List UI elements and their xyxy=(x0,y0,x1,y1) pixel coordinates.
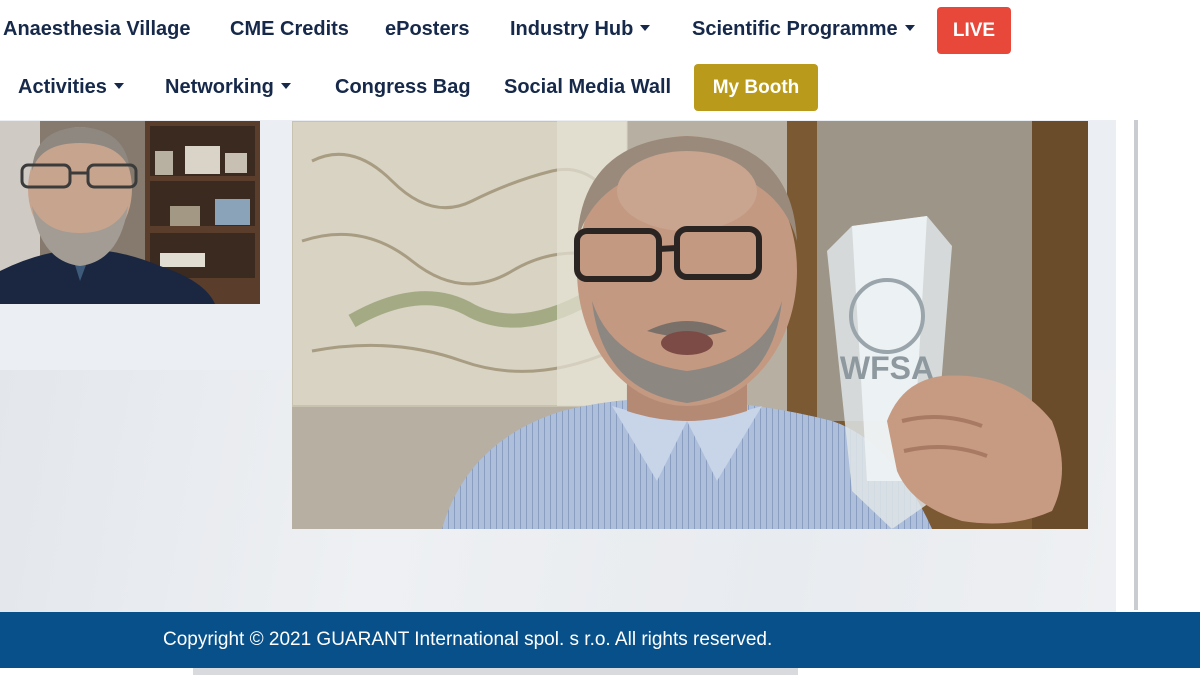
bottom-strip xyxy=(0,668,1200,675)
nav-item-industry-hub[interactable]: Industry Hub xyxy=(510,4,651,54)
nav-item-social-media-wall[interactable]: Social Media Wall xyxy=(504,62,671,112)
award-engraving: WFSA xyxy=(840,350,934,386)
nav-item-cme-credits[interactable]: CME Credits xyxy=(230,4,349,54)
participant-video-thumbnail[interactable] xyxy=(0,121,260,304)
nav-row-secondary: Activities Networking Congress Bag Socia… xyxy=(0,62,1200,118)
chevron-down-icon xyxy=(640,24,651,31)
page-footer: Copyright © 2021 GUARANT International s… xyxy=(0,612,1200,668)
nav-label: CME Credits xyxy=(230,18,349,40)
nav-item-networking[interactable]: Networking xyxy=(165,62,291,112)
nav-item-activities[interactable]: Activities xyxy=(18,62,124,112)
my-booth-button[interactable]: My Booth xyxy=(694,64,818,111)
participant-video-frame xyxy=(0,121,260,304)
nav-item-congress-bag[interactable]: Congress Bag xyxy=(335,62,471,112)
live-button[interactable]: LIVE xyxy=(937,7,1011,54)
nav-label: Social Media Wall xyxy=(504,76,672,98)
nav-label: Scientific Programme xyxy=(692,18,898,40)
chevron-down-icon xyxy=(280,82,291,89)
nav-item-anaesthesia-village[interactable]: Anaesthesia Village xyxy=(3,4,191,54)
main-navigation: Anaesthesia Village CME Credits ePosters… xyxy=(0,0,1200,120)
nav-label: Anaesthesia Village xyxy=(3,18,191,40)
vertical-scrollbar[interactable] xyxy=(1134,120,1138,610)
chevron-down-icon xyxy=(113,82,124,89)
nav-label: ePosters xyxy=(385,18,470,40)
main-speaker-video[interactable]: WFSA xyxy=(292,121,1088,529)
nav-row-primary: Anaesthesia Village CME Credits ePosters… xyxy=(0,4,1200,60)
nav-label: Activities xyxy=(18,76,107,98)
nav-item-eposters[interactable]: ePosters xyxy=(385,4,470,54)
nav-label: Congress Bag xyxy=(335,76,471,98)
copyright-text: Copyright © 2021 GUARANT International s… xyxy=(163,629,773,650)
chevron-down-icon xyxy=(904,24,915,31)
speaker-video-frame: WFSA xyxy=(292,121,1088,529)
nav-label: Industry Hub xyxy=(510,18,634,40)
nav-label: Networking xyxy=(165,76,274,98)
nav-item-scientific-programme[interactable]: Scientific Programme xyxy=(692,4,915,54)
side-panel xyxy=(1116,120,1200,612)
